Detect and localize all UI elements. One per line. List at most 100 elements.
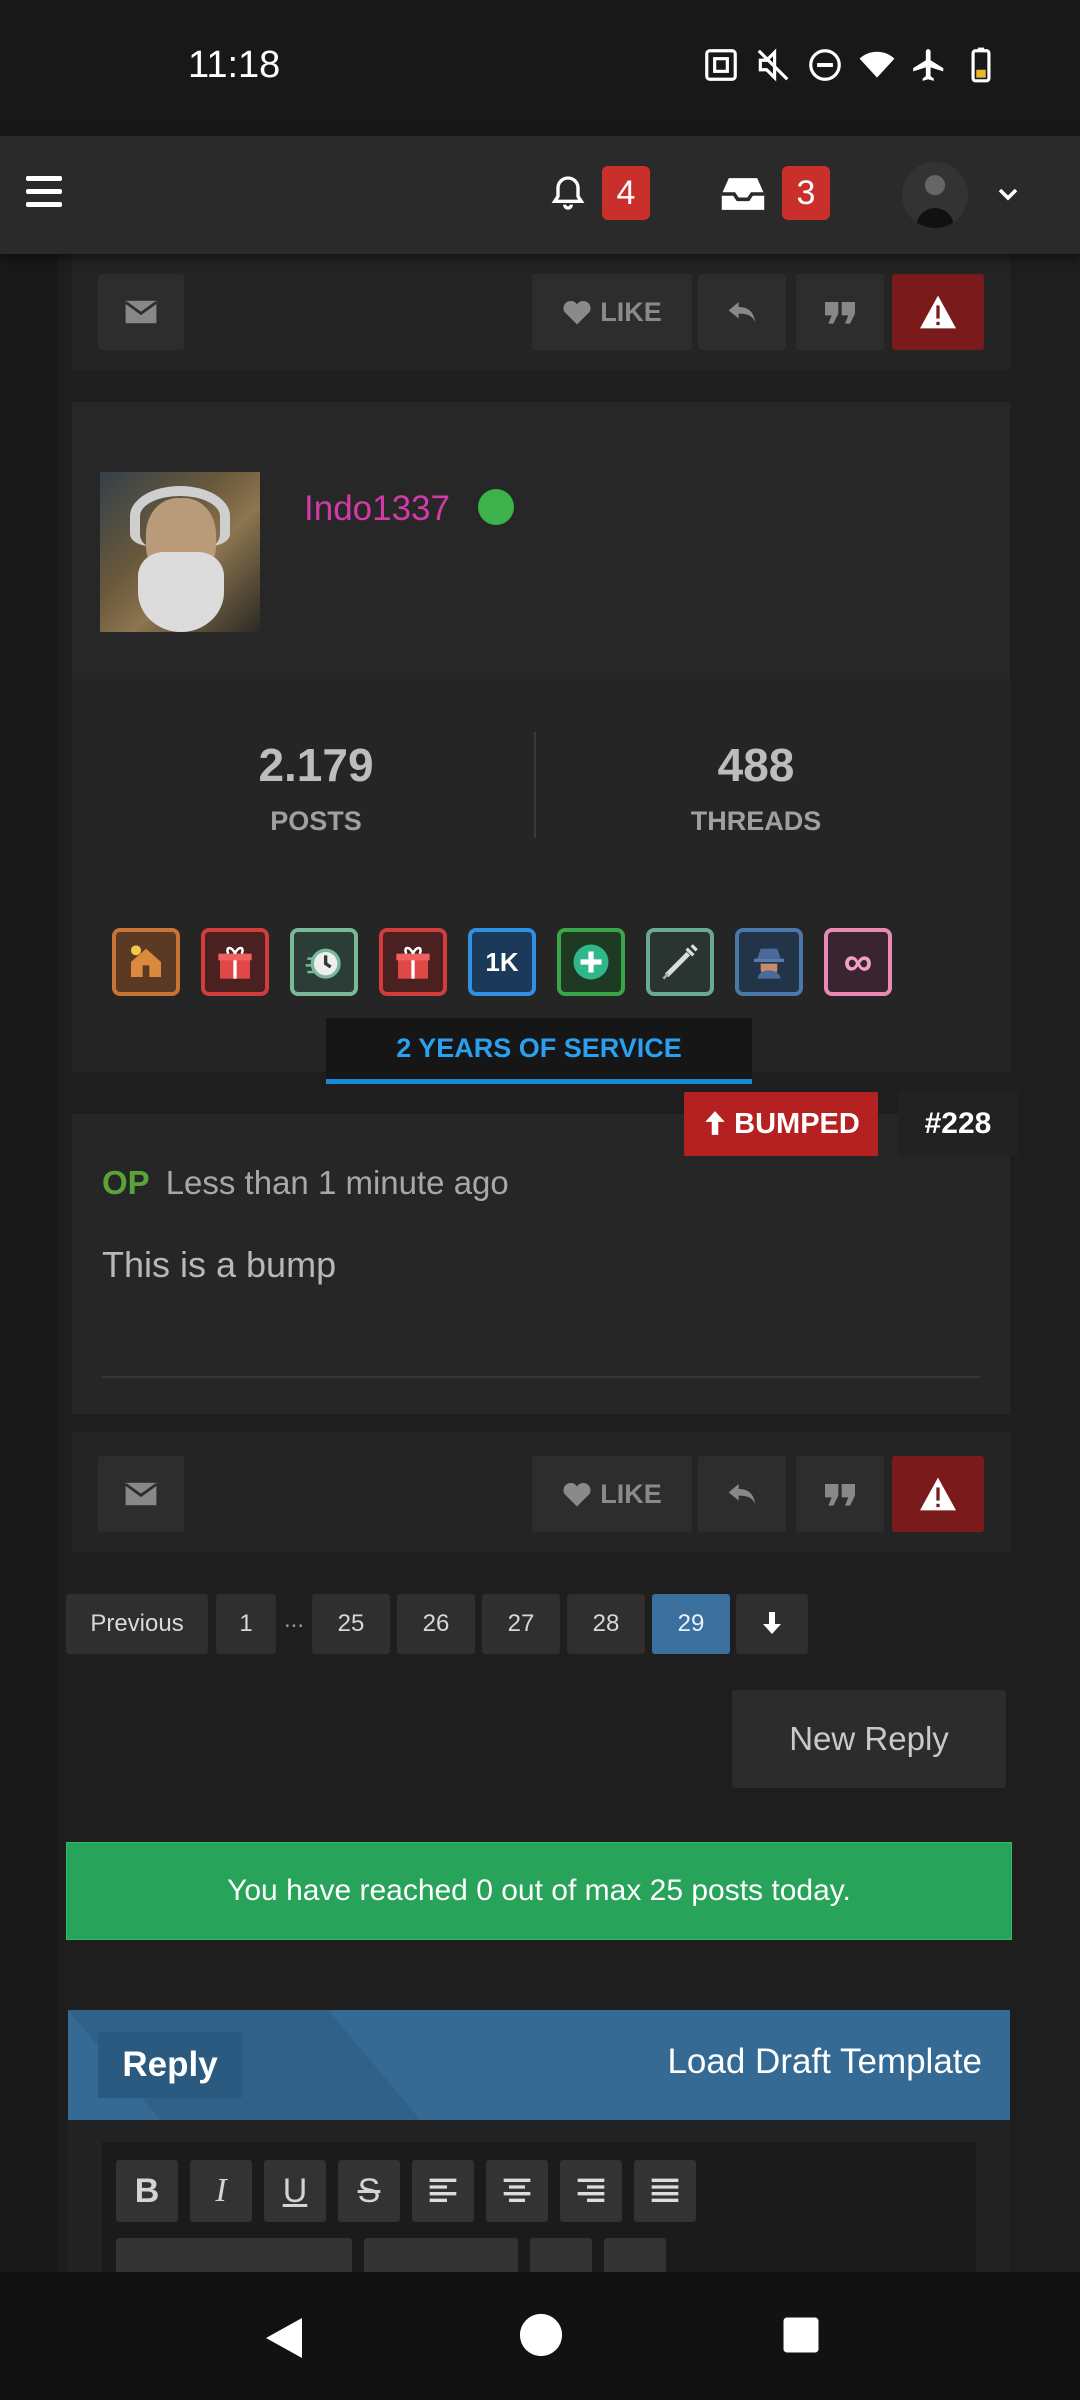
page-25-button[interactable]: 25 <box>312 1594 390 1654</box>
strikethrough-button[interactable]: S <box>338 2160 400 2222</box>
post-divider <box>102 1376 980 1378</box>
spy-icon[interactable] <box>735 928 803 996</box>
infinity-icon[interactable]: ∞ <box>824 928 892 996</box>
align-center-button[interactable] <box>486 2160 548 2222</box>
vibrate-off-icon <box>757 48 789 82</box>
post-author-header: Indo1337 <box>72 402 1010 678</box>
bumped-badge: BUMPED <box>684 1092 878 1156</box>
page-1-button[interactable]: 1 <box>216 1594 276 1654</box>
op-label: OP <box>102 1164 150 1201</box>
load-draft-template-link[interactable]: Load Draft Template <box>667 2042 982 2082</box>
left-rail <box>0 254 58 2272</box>
inbox-badge: 3 <box>782 166 830 220</box>
post-number[interactable]: #228 <box>898 1092 1018 1156</box>
gift-icon[interactable] <box>379 928 447 996</box>
align-left-icon <box>429 2178 457 2202</box>
new-reply-button[interactable]: New Reply <box>732 1690 1006 1788</box>
align-right-icon <box>577 2178 605 2202</box>
justify-icon <box>651 2178 679 2202</box>
quote-button[interactable] <box>796 1456 884 1532</box>
like-button[interactable]: LIKE <box>532 1456 692 1532</box>
report-button[interactable] <box>892 274 984 350</box>
previous-post-actions: LIKE <box>72 254 1010 370</box>
report-button[interactable] <box>892 1456 984 1532</box>
thread-page: LIKE Indo1337 2.179 POSTS 488 THREADS 1K… <box>0 254 1080 2272</box>
1k-icon[interactable]: 1K <box>468 928 536 996</box>
quote-icon <box>825 1484 855 1506</box>
heart-icon <box>563 1482 591 1507</box>
reply-post-button[interactable] <box>698 1456 786 1532</box>
page-28-button[interactable]: 28 <box>567 1594 645 1654</box>
menu-icon[interactable] <box>26 176 62 210</box>
quote-button[interactable] <box>796 274 884 350</box>
previous-page-button[interactable]: Previous <box>66 1594 208 1654</box>
stopwatch-icon[interactable] <box>290 928 358 996</box>
inbox-button[interactable]: 3 <box>720 166 830 220</box>
plus-icon[interactable] <box>557 928 625 996</box>
like-label: LIKE <box>600 297 662 327</box>
post-meta: OP Less than 1 minute ago <box>102 1164 509 1202</box>
recents-icon[interactable] <box>780 2314 822 2356</box>
online-indicator <box>478 489 514 525</box>
syringe-icon[interactable] <box>646 928 714 996</box>
trophy-list: 1K ∞ <box>112 928 892 996</box>
status-bar: 11:18 <box>0 0 1080 136</box>
gift-icon[interactable] <box>201 928 269 996</box>
inbox-icon <box>721 178 765 210</box>
warning-icon <box>920 1477 956 1511</box>
user-avatar[interactable] <box>902 162 968 228</box>
envelope-icon <box>124 1482 158 1506</box>
reply-arrow-icon <box>728 1484 756 1504</box>
bumped-label: BUMPED <box>734 1108 860 1140</box>
reply-arrow-icon <box>728 302 756 322</box>
posts-label: POSTS <box>270 806 362 836</box>
underline-button[interactable]: U <box>264 2160 326 2222</box>
post-time[interactable]: Less than 1 minute ago <box>166 1164 509 1201</box>
post-body: OP Less than 1 minute ago This is a bump <box>72 1114 1010 1414</box>
author-stats: 2.179 POSTS 488 THREADS <box>72 678 1010 1072</box>
bell-icon <box>551 176 585 210</box>
arrow-down-icon <box>763 1612 781 1634</box>
threads-stat: 488 THREADS <box>606 738 906 837</box>
top-navigation: 4 3 <box>0 136 1080 254</box>
font-select[interactable] <box>116 2238 352 2272</box>
home-icon[interactable] <box>518 2312 564 2358</box>
notifications-button[interactable]: 4 <box>548 166 650 220</box>
page-27-button[interactable]: 27 <box>482 1594 560 1654</box>
jump-to-bottom-button[interactable] <box>736 1594 808 1654</box>
align-right-button[interactable] <box>560 2160 622 2222</box>
justify-button[interactable] <box>634 2160 696 2222</box>
threads-label: THREADS <box>690 806 822 836</box>
house-icon[interactable] <box>112 928 180 996</box>
author-username[interactable]: Indo1337 <box>304 489 450 529</box>
quote-icon <box>825 302 855 324</box>
page-26-button[interactable]: 26 <box>397 1594 475 1654</box>
stats-divider <box>534 732 536 838</box>
message-button[interactable] <box>98 274 184 350</box>
like-label: LIKE <box>600 1479 662 1509</box>
page-29-button[interactable]: 29 <box>652 1594 730 1654</box>
italic-button[interactable]: I <box>190 2160 252 2222</box>
posts-stat: 2.179 POSTS <box>166 738 466 837</box>
message-button[interactable] <box>98 1456 184 1532</box>
align-left-button[interactable] <box>412 2160 474 2222</box>
system-navigation-bar <box>0 2272 1080 2400</box>
reply-post-button[interactable] <box>698 274 786 350</box>
battery-icon <box>971 47 991 83</box>
bold-button[interactable]: B <box>116 2160 178 2222</box>
back-icon[interactable] <box>262 2314 306 2362</box>
text-color-button[interactable] <box>530 2238 592 2272</box>
chevron-down-icon[interactable] <box>994 182 1022 206</box>
remove-format-button[interactable] <box>604 2238 666 2272</box>
dnd-icon <box>809 49 841 81</box>
service-tab[interactable]: 2 YEARS OF SERVICE <box>326 1018 752 1084</box>
pagination-ellipsis: ... <box>284 1606 305 1633</box>
size-select[interactable] <box>364 2238 518 2272</box>
posts-count: 2.179 <box>258 739 374 791</box>
reply-tab[interactable]: Reply <box>98 2032 242 2098</box>
post-actions: LIKE <box>72 1432 1010 1552</box>
arrow-up-icon <box>705 1111 725 1135</box>
like-button[interactable]: LIKE <box>532 274 692 350</box>
author-avatar[interactable] <box>100 472 260 632</box>
reply-editor: B I U S <box>68 2120 1010 2272</box>
